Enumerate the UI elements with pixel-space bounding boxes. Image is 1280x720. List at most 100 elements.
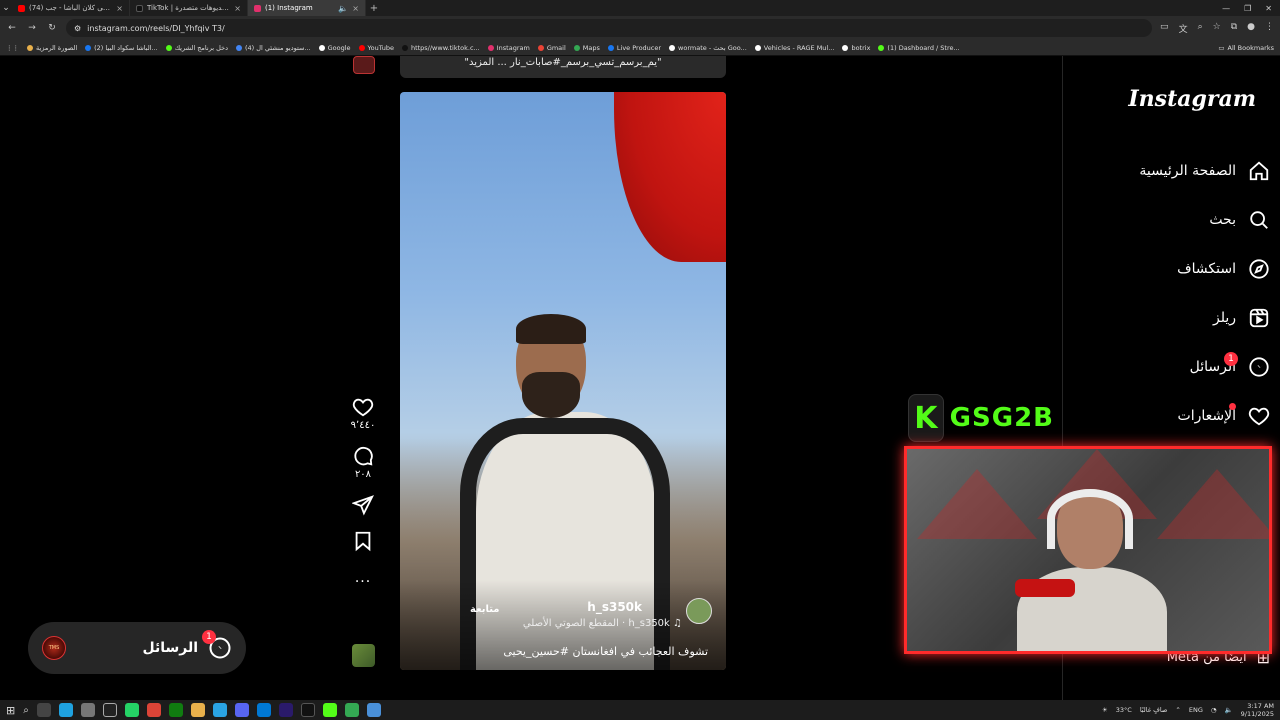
sidebar-item-explore[interactable]: استكشاف (1177, 254, 1270, 284)
wifi-icon[interactable]: ◔ (1211, 706, 1217, 714)
close-tab-icon[interactable]: × (116, 4, 123, 13)
bookmark-item[interactable]: Gmail (537, 44, 566, 52)
cast-icon[interactable]: ▭ (1160, 22, 1169, 35)
sidebar-item-reels[interactable]: ريلز (1213, 303, 1270, 333)
audio-thumbnail[interactable] (352, 644, 375, 667)
menu-icon[interactable]: ⋮ (1265, 22, 1274, 35)
settings-icon[interactable] (80, 703, 95, 717)
messages-pill[interactable]: TMS الرسائل 1 (28, 622, 246, 674)
discord-icon[interactable] (234, 703, 249, 717)
sidebar-item-notifications[interactable]: الإشعارات (1178, 401, 1270, 431)
bookmark-item[interactable]: (1) Dashboard / Stre... (878, 44, 960, 52)
start-icon[interactable]: ⊞ (6, 704, 15, 717)
bookmark-item[interactable]: (4) ستوديو منشئي ال... (236, 44, 311, 52)
notepad-icon[interactable] (366, 703, 381, 717)
sidebar-item-label: بحث (1209, 212, 1236, 228)
reload-icon[interactable]: ↻ (46, 23, 58, 33)
address-bar[interactable]: ⚙ instagram.com/reels/DI_Yhfqiv T3/ (66, 19, 1153, 37)
close-tab-icon[interactable]: × (352, 4, 359, 13)
bookmark-favicon-icon (573, 44, 580, 51)
bookmark-item[interactable]: (2) الباشا سكواد البيا... (85, 44, 158, 52)
bookmark-item[interactable]: Live Producer (607, 43, 662, 52)
bookmark-item[interactable]: https//www.tiktok.c... (401, 44, 480, 52)
close-window-icon[interactable]: ✕ (1265, 4, 1272, 13)
edge-icon[interactable] (58, 703, 73, 717)
language-indicator[interactable]: ENG (1189, 706, 1203, 714)
bookmark-label: botrix (851, 43, 871, 52)
premiere-icon[interactable] (278, 703, 293, 717)
tab-youtube[interactable]: (74) تقديم على كلان الباشا - جب × (12, 0, 130, 16)
task-view-icon[interactable] (36, 703, 51, 717)
share-icon[interactable] (352, 494, 374, 516)
bookmark-label: Live Producer (616, 43, 662, 52)
comment-action: ٢٠٨ (352, 445, 374, 480)
chrome-icon[interactable] (344, 703, 359, 717)
mute-tab-icon[interactable]: 🔈 (338, 4, 348, 13)
clock[interactable]: 3:17 AM 9/11/2025 (1241, 702, 1274, 718)
forward-icon[interactable]: → (26, 23, 38, 33)
all-bookmarks[interactable]: ▭ All Bookmarks (1218, 44, 1274, 52)
bookmark-star-icon[interactable]: ☆ (1213, 22, 1221, 35)
reel-audio[interactable]: ♫ h_s350k · المقطع الصوتي الأصلي (523, 618, 682, 629)
sidebar-item-home[interactable]: الصفحة الرئيسية (1139, 156, 1270, 186)
zoom-icon[interactable]: ⌕ (1198, 22, 1203, 35)
headphones (1047, 489, 1133, 549)
sidebar-item-messages[interactable]: 1 الرسائل (1190, 352, 1270, 382)
maximize-icon[interactable]: ❐ (1244, 4, 1251, 13)
files-icon[interactable] (190, 703, 205, 717)
skype-icon[interactable] (256, 703, 271, 717)
red-umbrella (614, 92, 726, 262)
bookmark-item[interactable]: Vehicles - RAGE Mul... (754, 44, 834, 52)
bookmark-item[interactable]: الصورة الرمزية (27, 44, 77, 52)
more-options-icon[interactable]: ... (355, 570, 371, 586)
heart-icon[interactable] (352, 396, 374, 418)
apps-icon[interactable]: ⋮⋮ (6, 44, 19, 52)
bookmark-item[interactable]: wormate - بحث Goo... (669, 44, 747, 52)
whatsapp-icon[interactable] (124, 703, 139, 717)
site-info-icon[interactable]: ⚙ (74, 24, 81, 33)
comment-icon[interactable] (352, 445, 374, 467)
tab-tiktok[interactable]: TikTok | شاهد فيديوهات متصدرة × (130, 0, 248, 16)
bookmark-item[interactable]: Instagram (487, 44, 530, 52)
previous-reel-caption[interactable]: "يم_برسم_تسي_برسم_#صابات_نار ... المزيد" (400, 56, 726, 78)
bookmark-item[interactable]: botrix (842, 44, 870, 52)
profile-icon[interactable]: ● (1247, 22, 1255, 35)
obs-icon[interactable] (102, 703, 117, 717)
search-icon[interactable]: ⌕ (23, 705, 29, 716)
extensions-icon[interactable]: ⧉ (1231, 22, 1237, 35)
back-icon[interactable]: ← (6, 23, 18, 33)
bookmark-item[interactable]: Maps (573, 44, 600, 52)
bookmark-icon[interactable] (352, 530, 374, 552)
tiktok-icon[interactable] (300, 703, 315, 717)
webcam-overlay (904, 446, 1272, 654)
xbox-icon[interactable] (168, 703, 183, 717)
chrome-icon[interactable] (146, 703, 161, 717)
close-tab-icon[interactable]: × (234, 4, 241, 13)
bookmark-item[interactable]: Google (318, 44, 351, 52)
previous-reel-avatar[interactable] (353, 56, 375, 74)
bookmarks-bar: ⋮⋮ الصورة الرمزية (2) الباشا سكواد البيا.… (0, 40, 1280, 56)
sidebar-item-search[interactable]: بحث (1209, 205, 1270, 235)
new-tab-button[interactable]: + (366, 3, 382, 14)
tab-instagram[interactable]: (1) Instagram 🔈 × (248, 0, 366, 16)
tab-search-icon[interactable]: ⌄ (0, 3, 12, 13)
reel-caption[interactable]: تشوف العجائب في افغانستان #حسين_يحيى (503, 645, 708, 658)
bookmark-item[interactable]: دخل برنامج الشريك (165, 44, 228, 52)
sidebar-item-label: الصفحة الرئيسية (1139, 163, 1236, 179)
weather-icon[interactable]: ☀ (1102, 706, 1108, 714)
minimize-icon[interactable]: — (1222, 4, 1230, 13)
instagram-logo[interactable]: Instagram (1128, 86, 1256, 112)
tray-chevron-icon[interactable]: ⌃ (1175, 706, 1180, 714)
weather-temp[interactable]: 33°C (1116, 706, 1132, 714)
follow-button[interactable]: متابعة (470, 604, 500, 615)
volume-icon[interactable]: 🔈 (1225, 706, 1233, 714)
messages-pill-label: الرسائل (142, 640, 198, 656)
home-icon (1249, 161, 1269, 181)
kick-icon[interactable] (322, 703, 337, 717)
telegram-icon[interactable] (212, 703, 227, 717)
reel-author-avatar[interactable] (686, 598, 712, 624)
reel-video[interactable]: h_s350k متابعة ♫ h_s350k · المقطع الصوتي… (400, 92, 726, 670)
bookmark-item[interactable]: YouTube (358, 44, 394, 52)
translate-icon[interactable]: 文 (1179, 22, 1188, 35)
reel-username[interactable]: h_s350k (587, 600, 642, 614)
